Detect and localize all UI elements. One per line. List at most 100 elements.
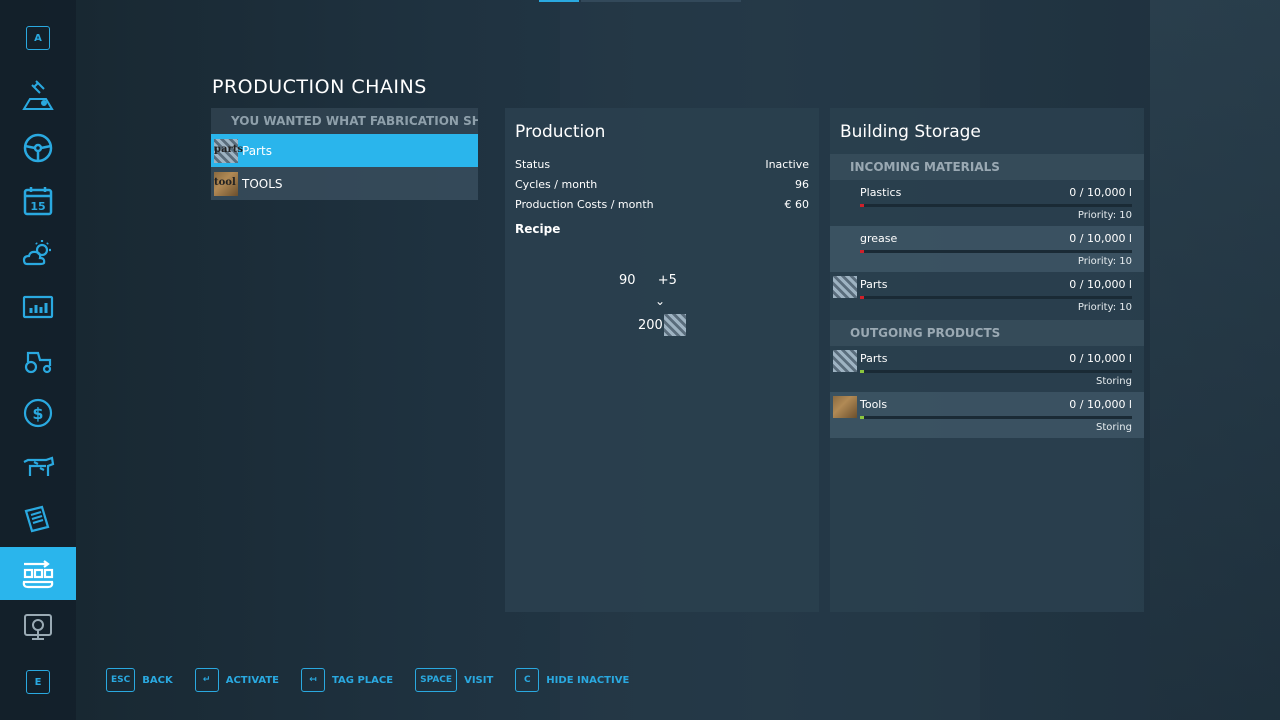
- chain-list-header: YOU WANTED WHAT FABRICATION SHO...: [211, 108, 478, 134]
- storage-item-name: Parts: [860, 352, 888, 365]
- fill-level-marker: [860, 204, 864, 207]
- outgoing-products-header: OUTGOING PRODUCTS: [830, 320, 1144, 346]
- sidebar-item-map[interactable]: [0, 68, 76, 121]
- page-title: PRODUCTION CHAINS: [212, 76, 427, 98]
- parts-thumbnail: [833, 276, 857, 298]
- activate-button[interactable]: ↵ ACTIVATE: [194, 668, 279, 692]
- storage-item[interactable]: Parts 0 / 10,000 l Storing: [830, 346, 1144, 392]
- help-icon: [24, 613, 52, 640]
- storage-item[interactable]: Parts 0 / 10,000 l Priority: 10: [830, 272, 1144, 318]
- stat-cycles: Cycles / month 96: [515, 177, 809, 191]
- stat-status: Status Inactive: [515, 157, 809, 171]
- storage-title: Building Storage: [840, 122, 981, 142]
- sidebar-item-contracts[interactable]: [0, 492, 76, 545]
- hide-inactive-button[interactable]: C HIDE INACTIVE: [515, 668, 629, 692]
- production-icon: [22, 559, 54, 588]
- storage-item-amount: 0 / 10,000 l: [1069, 186, 1132, 199]
- sidebar-item-finances[interactable]: $: [0, 386, 76, 439]
- sidebar-item-weather[interactable]: [0, 227, 76, 280]
- sidebar-item-help[interactable]: [0, 600, 76, 653]
- chain-item-label: TOOLS: [242, 176, 283, 191]
- sidebar-item-calendar[interactable]: 15: [0, 174, 76, 227]
- production-chain-list: YOU WANTED WHAT FABRICATION SHO... parts…: [211, 108, 478, 200]
- recipe-input-extra: +5: [657, 273, 677, 288]
- storage-item-amount: 0 / 10,000 l: [1069, 278, 1132, 291]
- key-enter: ↵: [194, 668, 219, 692]
- fill-level-bar: [860, 296, 1132, 299]
- sidebar-prev-key[interactable]: A: [26, 26, 50, 50]
- parts-thumbnail: [663, 314, 686, 336]
- chevron-down-icon: ⌄: [655, 294, 666, 308]
- incoming-materials-list: Plastics 0 / 10,000 l Priority: 10 grease 0 …: [830, 180, 1144, 318]
- statistics-icon: [22, 295, 54, 318]
- chain-item-label: Parts: [242, 143, 272, 158]
- fill-level-marker: [860, 416, 864, 419]
- storage-item-amount: 0 / 10,000 l: [1069, 352, 1132, 365]
- storage-item-name: Tools: [860, 398, 888, 411]
- visit-button[interactable]: SPACE VISIT: [415, 668, 493, 692]
- satellite-map-icon: [22, 79, 54, 110]
- stat-costs: Production Costs / month € 60: [515, 197, 809, 211]
- storage-item-status: Storing: [1096, 422, 1132, 433]
- sidebar-item-vehicle[interactable]: [0, 121, 76, 174]
- chain-item-parts[interactable]: parts Parts: [211, 134, 478, 167]
- fill-level-bar: [860, 370, 1132, 373]
- building-storage-panel: Building Storage INCOMING MATERIALS Plas…: [830, 108, 1144, 612]
- production-title: Production: [515, 122, 606, 142]
- dollar-icon: $: [23, 398, 53, 427]
- parts-thumbnail: [833, 350, 857, 372]
- sidebar-item-production[interactable]: [0, 547, 76, 600]
- top-page-indicator-active: [539, 0, 579, 2]
- tag-place-button[interactable]: ↤ TAG PLACE: [301, 668, 393, 692]
- fill-level-bar: [860, 416, 1132, 419]
- svg-text:15: 15: [30, 200, 45, 213]
- contracts-icon: [24, 505, 50, 532]
- back-button[interactable]: ESC BACK: [106, 668, 173, 692]
- storage-item[interactable]: Tools 0 / 10,000 l Storing: [830, 392, 1144, 438]
- storage-item-amount: 0 / 10,000 l: [1069, 398, 1132, 411]
- recipe-inputs: 90 +5: [619, 273, 695, 288]
- storage-item[interactable]: Plastics 0 / 10,000 l Priority: 10: [830, 180, 1144, 226]
- outgoing-products-list: Parts 0 / 10,000 l Storing Tools 0 / 10,000 …: [830, 346, 1144, 438]
- tools-thumbnail: tool: [214, 171, 238, 196]
- fill-level-marker: [860, 250, 864, 253]
- tools-thumbnail: [833, 396, 857, 418]
- storage-item-amount: 0 / 10,000 l: [1069, 232, 1132, 245]
- key-space: SPACE: [415, 668, 458, 692]
- input-hint-bar: ESC BACK ↵ ACTIVATE ↤ TAG PLACE SPACE VI…: [106, 668, 651, 692]
- incoming-materials-header: INCOMING MATERIALS: [830, 154, 1144, 180]
- chain-item-tools[interactable]: tool TOOLS: [211, 167, 478, 200]
- sidebar-item-animals[interactable]: [0, 439, 76, 492]
- key-tab: ↤: [301, 668, 325, 692]
- fill-level-bar: [860, 204, 1132, 207]
- storage-item-status: Storing: [1096, 376, 1132, 387]
- tractor-icon: [24, 351, 52, 373]
- sidebar-item-statistics[interactable]: [0, 280, 76, 333]
- weather-icon: [22, 239, 51, 265]
- cow-icon: [23, 456, 55, 476]
- fill-level-marker: [860, 370, 864, 373]
- recipe-input-amount: 90: [619, 273, 636, 288]
- storage-item-name: Plastics: [860, 186, 902, 199]
- fill-level-bar: [860, 250, 1132, 253]
- key-c: C: [515, 668, 540, 692]
- sidebar: A 15 $ E: [0, 0, 76, 720]
- sidebar-item-garage[interactable]: [0, 333, 76, 386]
- steering-wheel-icon: [23, 133, 53, 162]
- calendar-icon: 15: [23, 186, 53, 215]
- background-shade-right: [1150, 0, 1280, 720]
- storage-item[interactable]: grease 0 / 10,000 l Priority: 10: [830, 226, 1144, 272]
- storage-item-status: Priority: 10: [1077, 256, 1132, 267]
- recipe-output: 200: [638, 314, 686, 336]
- recipe-label: Recipe: [515, 222, 561, 236]
- storage-item-status: Priority: 10: [1077, 210, 1132, 221]
- parts-thumbnail: parts: [214, 138, 243, 163]
- top-page-indicator: [581, 0, 741, 2]
- key-esc: ESC: [106, 668, 136, 692]
- production-panel: Production Status Inactive Cycles / mont…: [505, 108, 819, 612]
- recipe-output-amount: 200: [638, 317, 663, 333]
- storage-item-name: grease: [860, 232, 898, 245]
- svg-text:$: $: [32, 404, 43, 423]
- fill-level-marker: [860, 296, 864, 299]
- sidebar-next-key[interactable]: E: [26, 670, 50, 694]
